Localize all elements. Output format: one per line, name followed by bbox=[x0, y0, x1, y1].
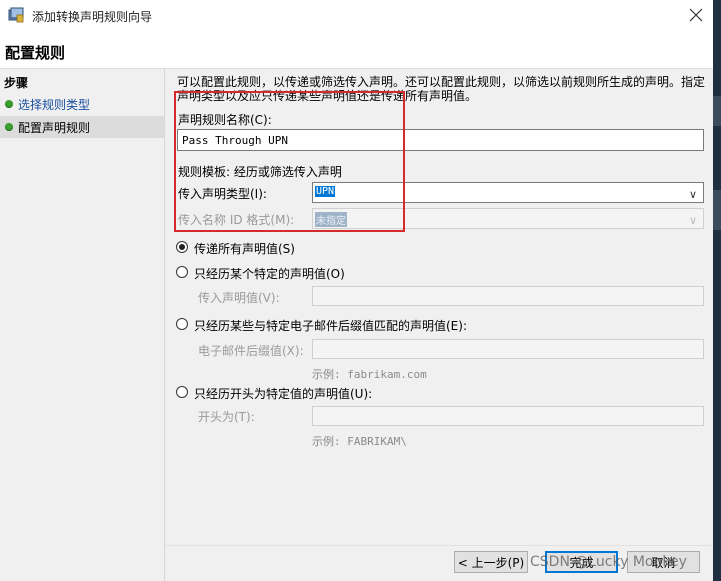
close-button[interactable] bbox=[683, 2, 709, 28]
footer-separator bbox=[165, 545, 713, 546]
sidebar-step-label: 配置声明规则 bbox=[18, 121, 91, 135]
starts-with-example: 示例: FABRIKAM\ bbox=[312, 435, 407, 448]
background-window-edge bbox=[713, 0, 721, 581]
option-email-suffix[interactable]: 只经历某些与特定电子邮件后缀值匹配的声明值(E): bbox=[176, 317, 596, 335]
option-label: 只经历开头为特定值的声明值(U): bbox=[194, 387, 373, 401]
radio-button[interactable] bbox=[176, 318, 188, 330]
email-suffix-example: 示例: fabrikam.com bbox=[312, 368, 427, 381]
sidebar-step-select-rule-type[interactable]: 选择规则类型 bbox=[0, 93, 164, 115]
option-specific-value[interactable]: 只经历某个特定的声明值(O) bbox=[176, 265, 476, 283]
step-complete-dot-icon bbox=[5, 100, 13, 108]
option-label: 只经历某些与特定电子邮件后缀值匹配的声明值(E): bbox=[194, 319, 467, 333]
wizard-app-icon bbox=[8, 7, 24, 23]
starts-with-label: 开头为(T): bbox=[198, 410, 255, 424]
incoming-claim-value-label: 传入声明值(V): bbox=[198, 291, 280, 305]
option-label: 传递所有声明值(S) bbox=[194, 242, 295, 256]
page-title: 配置规则 bbox=[5, 44, 66, 62]
sidebar-step-configure-claim-rule: 配置声明规则 bbox=[0, 116, 164, 138]
highlight-annotation-box bbox=[174, 91, 405, 232]
email-suffix-input bbox=[312, 339, 704, 359]
radio-button-selected[interactable] bbox=[176, 241, 188, 253]
email-suffix-label: 电子邮件后缀值(X): bbox=[198, 344, 304, 358]
step-current-dot-icon bbox=[5, 123, 13, 131]
sidebar-step-label: 选择规则类型 bbox=[18, 98, 91, 112]
chevron-down-icon: ∨ bbox=[688, 214, 697, 227]
starts-with-input bbox=[312, 406, 704, 426]
back-button[interactable]: < 上一步(P) bbox=[454, 551, 528, 573]
radio-button[interactable] bbox=[176, 386, 188, 398]
chevron-down-icon: ∨ bbox=[688, 188, 697, 201]
close-icon bbox=[689, 8, 703, 22]
option-starts-with[interactable]: 只经历开头为特定值的声明值(U): bbox=[176, 385, 476, 403]
steps-sidebar bbox=[0, 69, 165, 581]
incoming-claim-value-input bbox=[312, 286, 704, 306]
header-band bbox=[0, 32, 713, 69]
radio-button[interactable] bbox=[176, 266, 188, 278]
window-title: 添加转换声明规则向导 bbox=[32, 10, 153, 24]
option-label: 只经历某个特定的声明值(O) bbox=[194, 267, 345, 281]
steps-heading: 步骤 bbox=[4, 76, 29, 90]
watermark-text: CSDN @Lucky Monkey bbox=[530, 554, 687, 570]
option-pass-all-values[interactable]: 传递所有声明值(S) bbox=[176, 240, 476, 258]
